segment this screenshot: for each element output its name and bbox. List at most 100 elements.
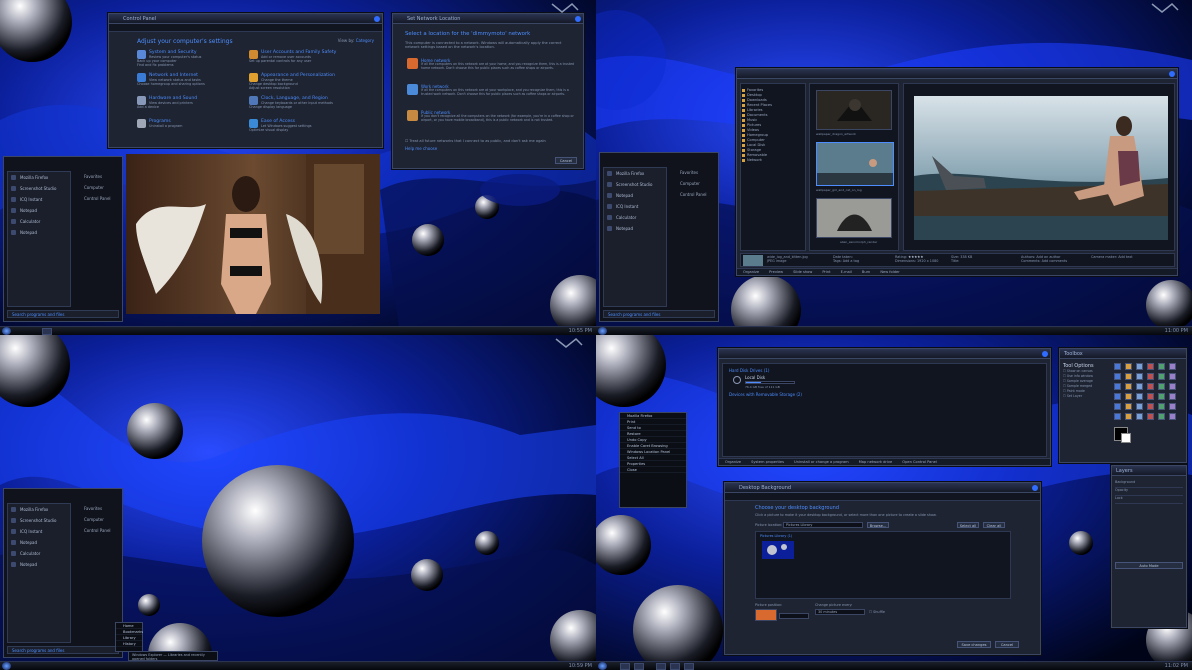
- start-menu-program[interactable]: Notepad: [604, 223, 666, 234]
- start-search-input[interactable]: Search programs and files: [7, 646, 119, 654]
- tool-icon[interactable]: [1169, 383, 1176, 390]
- control-panel-titlebar[interactable]: Control Panel: [109, 14, 382, 24]
- pictures-explorer-window[interactable]: Favorites Desktop Downloads Recent Places Li…: [736, 68, 1178, 276]
- category-item[interactable]: Hardware and Sound View devices and print…: [137, 96, 245, 109]
- category-link[interactable]: Change display language: [249, 105, 357, 109]
- tool-icon[interactable]: [1147, 373, 1154, 380]
- tool-icon[interactable]: [1147, 383, 1154, 390]
- tool-icon[interactable]: [1136, 383, 1143, 390]
- category-link[interactable]: Set up parental controls for any user: [249, 59, 357, 63]
- close-icon[interactable]: [374, 16, 380, 22]
- layers-title[interactable]: Layers: [1112, 466, 1186, 476]
- network-option[interactable]: Home network If all the computers on this…: [407, 58, 579, 71]
- drive-list[interactable]: Hard Disk Drives (1) Local Disk 76.4 GB …: [722, 363, 1047, 457]
- taskbar-clock[interactable]: 10:59 PM: [569, 662, 592, 670]
- command-button[interactable]: Print: [822, 270, 830, 274]
- tool-icon[interactable]: [1147, 363, 1154, 370]
- jump-list[interactable]: Home Bookmarks Library History: [115, 622, 143, 652]
- start-menu-program[interactable]: ICQ Instant: [604, 201, 666, 212]
- tool-icon[interactable]: [1158, 383, 1165, 390]
- thumbnail-girl-cat[interactable]: [816, 142, 894, 186]
- browse-button[interactable]: Browse...: [867, 522, 889, 528]
- start-menu-place[interactable]: Computer: [84, 514, 120, 525]
- thumbnail-dragon[interactable]: [816, 90, 892, 130]
- address-bar[interactable]: [109, 24, 382, 32]
- tool-icon[interactable]: [1158, 373, 1165, 380]
- start-menu-place[interactable]: Favorites: [84, 171, 120, 182]
- command-button[interactable]: System properties: [751, 460, 784, 464]
- category-link[interactable]: Add a device: [137, 105, 245, 109]
- network-option[interactable]: Work network If all the computers on this…: [407, 84, 579, 97]
- tool-icon[interactable]: [1114, 373, 1121, 380]
- start-menu[interactable]: Mozilla Firefox Screenshot Studio ICQ Inst…: [3, 156, 123, 322]
- explorer-titlebar[interactable]: [737, 69, 1177, 79]
- tool-icon[interactable]: [1169, 393, 1176, 400]
- command-button[interactable]: Uninstall or change a program: [794, 460, 849, 464]
- tool-icon[interactable]: [1125, 383, 1132, 390]
- picture-location-select[interactable]: Pictures Library: [783, 522, 863, 528]
- folder-header[interactable]: Pictures Library (1): [760, 534, 792, 539]
- close-icon[interactable]: [1042, 351, 1048, 357]
- category-item[interactable]: Clock, Language, and Region Change keyboa…: [249, 96, 357, 109]
- cancel-button[interactable]: Cancel: [995, 641, 1019, 648]
- tool-icon[interactable]: [1136, 403, 1143, 410]
- command-button[interactable]: Map network drive: [859, 460, 893, 464]
- removable-group-header[interactable]: Devices with Removable Storage (2): [729, 392, 802, 397]
- taskbar-clock[interactable]: 11:02 PM: [1165, 662, 1188, 670]
- tool-icon[interactable]: [1125, 363, 1132, 370]
- wallpaper-thumbnail[interactable]: [762, 541, 794, 559]
- tool-icon[interactable]: [1136, 363, 1143, 370]
- picture-gallery[interactable]: Pictures Library (1): [755, 531, 1011, 599]
- tool-icon[interactable]: [1114, 363, 1121, 370]
- command-button[interactable]: Open Control Panel: [902, 460, 937, 464]
- category-item[interactable]: System and Security Review your computer'…: [137, 50, 245, 67]
- public-checkbox[interactable]: ☐ Treat all future networks that I conne…: [405, 139, 546, 144]
- category-item[interactable]: Network and Internet View network status …: [137, 73, 245, 86]
- start-menu-program[interactable]: Notepad: [8, 559, 70, 570]
- start-menu-program[interactable]: ICQ Instant: [8, 526, 70, 537]
- command-button[interactable]: Slide show: [793, 270, 812, 274]
- view-by[interactable]: View by: Category: [338, 38, 374, 43]
- layer-item[interactable]: Opacity: [1115, 488, 1183, 496]
- computer-titlebar[interactable]: [719, 349, 1050, 359]
- computer-window[interactable]: Hard Disk Drives (1) Local Disk 76.4 GB …: [718, 348, 1051, 466]
- view-by-value[interactable]: Category: [356, 38, 374, 43]
- tool-icon[interactable]: [1136, 373, 1143, 380]
- category-link[interactable]: Adjust screen resolution: [249, 86, 357, 90]
- picture-position-select[interactable]: [779, 613, 809, 619]
- tool-icon[interactable]: [1114, 383, 1121, 390]
- picture-position-preview[interactable]: [755, 609, 777, 621]
- address-bar[interactable]: [725, 493, 1040, 501]
- layer-item[interactable]: Lock: [1115, 496, 1183, 504]
- desktop-bg-titlebar[interactable]: Desktop Background: [725, 483, 1040, 493]
- start-button[interactable]: [2, 662, 11, 670]
- tool-icon[interactable]: [1147, 413, 1154, 420]
- jump-list-item[interactable]: History: [116, 641, 142, 647]
- start-menu-program[interactable]: Notepad: [604, 190, 666, 201]
- start-menu-program[interactable]: Mozilla Firefox: [604, 168, 666, 179]
- category-item[interactable]: Ease of Access Let Windows suggest settin…: [249, 119, 357, 132]
- taskbar-app[interactable]: [634, 663, 644, 670]
- start-menu-program[interactable]: Screenshot Studio: [604, 179, 666, 190]
- tool-icon[interactable]: [1169, 403, 1176, 410]
- tool-icon[interactable]: [1125, 373, 1132, 380]
- comments-value[interactable]: Add comments: [1042, 259, 1068, 263]
- command-button[interactable]: Organize: [725, 460, 741, 464]
- taskbar-app[interactable]: [656, 663, 666, 670]
- category-item[interactable]: Programs Uninstall a program: [137, 119, 245, 128]
- start-button[interactable]: [598, 327, 607, 335]
- tool-icon[interactable]: [1158, 393, 1165, 400]
- taskbar-app[interactable]: [620, 663, 630, 670]
- context-menu[interactable]: Mozilla Firefox Print Send to Restore Undo C…: [619, 412, 687, 508]
- change-every-select[interactable]: 30 minutes: [815, 609, 865, 615]
- start-menu-program[interactable]: Notepad: [8, 537, 70, 548]
- category-link[interactable]: Choose homegroup and sharing options: [137, 82, 245, 86]
- start-button[interactable]: [598, 662, 607, 670]
- shuffle-checkbox[interactable]: ☐ Shuffle: [869, 610, 885, 615]
- category-item[interactable]: Appearance and Personalization Change the…: [249, 73, 357, 90]
- taskbar-app[interactable]: [684, 663, 694, 670]
- start-menu-place[interactable]: Computer: [680, 178, 716, 189]
- toolbox-window[interactable]: Toolbox Tool Options ☐ Show on canvas ☐ Us…: [1059, 348, 1187, 463]
- tool-icon[interactable]: [1169, 363, 1176, 370]
- tool-icon[interactable]: [1169, 413, 1176, 420]
